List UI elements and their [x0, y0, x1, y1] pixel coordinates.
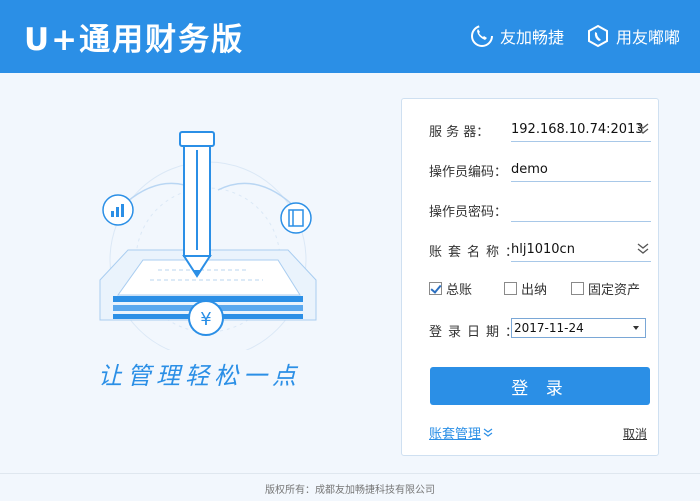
illustration: ¥ — [88, 120, 328, 359]
server-label: 服 务 器： — [429, 124, 490, 140]
module-label: 总账 — [446, 283, 473, 298]
slogan: 让管理轻松一点 — [98, 362, 301, 390]
chevron-down-icon[interactable] — [637, 242, 649, 256]
login-button[interactable]: 登 录 — [430, 367, 650, 405]
operator-id-input[interactable]: demo — [511, 158, 651, 182]
operator-id-value: demo — [511, 162, 548, 177]
password-label: 操作员密码： — [429, 204, 508, 220]
dropdown-arrow-icon[interactable] — [633, 326, 639, 330]
account-set-label: 账套名称： — [429, 244, 525, 260]
login-date-picker[interactable]: 2017-11-24 — [511, 318, 646, 338]
server-select[interactable]: 192.168.10.74:2013 — [511, 118, 651, 142]
login-panel: 服 务 器： 192.168.10.74:2013 操作员编码： demo 操作… — [401, 98, 659, 456]
book-icon — [280, 202, 312, 234]
app-header: U+通用财务版 友加畅捷 用友嘟嘟 — [0, 0, 700, 73]
footer-copyright: 版权所有：成都友加畅捷科技有限公司 — [265, 485, 435, 496]
chart-icon — [102, 194, 134, 226]
cancel-link[interactable]: 取消 — [623, 425, 647, 442]
chevron-down-icon — [483, 428, 493, 437]
account-management-label: 账套管理 — [429, 427, 482, 442]
server-row: 服 务 器： 192.168.10.74:2013 — [429, 118, 651, 142]
dudu-icon — [588, 24, 608, 48]
module-checkbox-ledger[interactable]: 总账 — [429, 279, 472, 298]
phone-icon — [471, 25, 493, 47]
module-checkbox-fixed-assets[interactable]: 固定资产 — [571, 279, 640, 298]
account-set-row: 账套名称： hlj1010cn — [429, 238, 651, 262]
account-set-value: hlj1010cn — [511, 242, 575, 257]
server-value: 192.168.10.74:2013 — [511, 122, 644, 137]
module-label: 出纳 — [521, 283, 548, 298]
module-label: 固定资产 — [588, 283, 641, 298]
footer-divider — [0, 473, 700, 474]
module-checkbox-cashier[interactable]: 出纳 — [504, 279, 547, 298]
checkbox[interactable] — [571, 282, 585, 295]
app-brand-title: U+通用财务版 — [24, 22, 245, 58]
account-set-select[interactable]: hlj1010cn — [511, 238, 651, 262]
checkbox[interactable] — [504, 282, 518, 295]
operator-id-row: 操作员编码： demo — [429, 158, 651, 182]
youjia-link[interactable]: 友加畅捷 — [470, 22, 564, 50]
account-management-link[interactable]: 账套管理 — [429, 423, 493, 442]
yuan-symbol: ¥ — [200, 309, 211, 330]
login-date-row: 登录日期： 2017-11-24 — [429, 318, 651, 342]
password-input[interactable] — [511, 198, 651, 222]
youjia-link-label: 友加畅捷 — [500, 28, 565, 47]
chevron-down-icon[interactable] — [637, 122, 649, 136]
login-date-label: 登录日期： — [429, 324, 525, 340]
login-date-value: 2017-11-24 — [514, 321, 584, 335]
dudu-link-label: 用友嘟嘟 — [616, 28, 681, 47]
dudu-link[interactable]: 用友嘟嘟 — [586, 22, 680, 50]
operator-id-label: 操作员编码： — [429, 164, 508, 180]
checkbox[interactable] — [429, 282, 442, 295]
pen-icon — [179, 131, 215, 278]
password-row: 操作员密码： — [429, 198, 651, 222]
module-checkboxes: 总账 出纳 固定资产 — [429, 279, 654, 298]
